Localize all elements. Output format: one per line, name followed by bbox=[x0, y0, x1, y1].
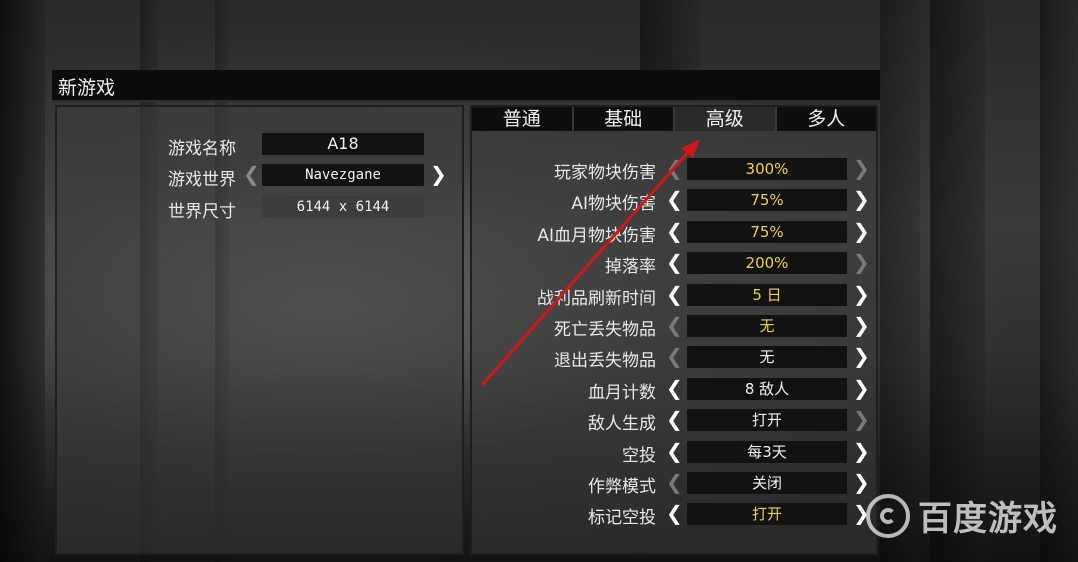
setting-label: 玩家物块伤害 bbox=[554, 163, 656, 183]
setting-label: 战利品刷新时间 bbox=[537, 288, 656, 309]
chevron-right-icon[interactable]: ❯ bbox=[430, 162, 447, 186]
settings-tabs: 普通 基础 高级 多人 bbox=[472, 107, 876, 131]
setting-value[interactable]: 关闭 bbox=[687, 472, 847, 494]
world-size-label: 世界尺寸 bbox=[168, 202, 236, 222]
setting-row: 战利品刷新时间 ❮ 5 日 ❯ bbox=[472, 282, 876, 309]
setting-label: 死亡丢失物品 bbox=[554, 320, 656, 340]
tab-multiplayer[interactable]: 多人 bbox=[776, 107, 876, 131]
setting-value[interactable]: 75% bbox=[687, 220, 847, 243]
chevron-right-icon[interactable]: ❯ bbox=[853, 250, 870, 274]
world-size-row: 世界尺寸 6144 x 6144 bbox=[57, 196, 466, 222]
chevron-right-icon[interactable]: ❯ bbox=[853, 219, 870, 243]
chevron-left-icon[interactable]: ❮ bbox=[666, 250, 683, 274]
setting-label: 作弊模式 bbox=[588, 477, 656, 497]
chevron-left-icon[interactable]: ❮ bbox=[666, 219, 683, 243]
chevron-right-icon[interactable]: ❯ bbox=[853, 407, 870, 431]
chevron-right-icon[interactable]: ❯ bbox=[853, 376, 870, 400]
chevron-left-icon[interactable]: ❮ bbox=[666, 470, 683, 494]
window-title-bar: 新游戏 bbox=[52, 70, 880, 102]
chevron-left-icon[interactable]: ❮ bbox=[666, 439, 683, 463]
background-tree bbox=[640, 0, 700, 70]
setting-row: 玩家物块伤害 ❮ 300% ❯ bbox=[472, 156, 876, 183]
setting-value[interactable]: 每3天 bbox=[687, 440, 847, 463]
setting-label: 标记空投 bbox=[588, 508, 656, 529]
advanced-settings-panel: 普通 基础 高级 多人 玩家物块伤害 ❮ 300% ❯ AI物块伤害 ❮ 75% ❯ AI血月物… bbox=[470, 105, 878, 555]
game-name-input[interactable]: A18 bbox=[262, 133, 424, 155]
tab-general[interactable]: 普通 bbox=[472, 107, 574, 131]
window-title: 新游戏 bbox=[58, 77, 116, 99]
chevron-left-icon[interactable]: ❮ bbox=[243, 162, 260, 186]
baidu-games-logo-icon bbox=[866, 493, 910, 538]
watermark: 百度游戏 bbox=[866, 491, 1058, 540]
game-name-row: 游戏名称 A18 bbox=[57, 133, 466, 159]
chevron-right-icon[interactable]: ❯ bbox=[853, 282, 870, 306]
setting-row: 血月计数 ❮ 8 敌人 ❯ bbox=[472, 376, 876, 403]
game-name-label: 游戏名称 bbox=[168, 139, 236, 159]
watermark-text: 百度游戏 bbox=[918, 499, 1058, 539]
setting-value[interactable]: 200% bbox=[687, 252, 847, 275]
chevron-left-icon[interactable]: ❮ bbox=[666, 156, 683, 180]
setting-row: 作弊模式 ❮ 关闭 ❯ bbox=[472, 470, 876, 497]
setting-label: 退出丢失物品 bbox=[554, 351, 656, 372]
chevron-left-icon[interactable]: ❮ bbox=[666, 344, 683, 368]
setting-value[interactable]: 8 敌人 bbox=[687, 377, 847, 400]
setting-value[interactable]: 打开 bbox=[687, 409, 847, 432]
setting-value[interactable]: 无 bbox=[687, 315, 847, 337]
setting-row: 标记空投 ❮ 打开 ❯ bbox=[472, 501, 876, 529]
setting-row: AI血月物块伤害 ❮ 75% ❯ bbox=[472, 219, 876, 246]
tab-advanced[interactable]: 高级 bbox=[675, 107, 777, 131]
chevron-right-icon[interactable]: ❯ bbox=[853, 439, 870, 463]
game-world-row: 游戏世界 ❮ Navezgane ❯ bbox=[57, 162, 466, 190]
chevron-left-icon[interactable]: ❮ bbox=[666, 313, 683, 337]
setting-label: 血月计数 bbox=[588, 382, 656, 403]
setting-value[interactable]: 无 bbox=[687, 346, 847, 369]
chevron-left-icon[interactable]: ❮ bbox=[666, 501, 683, 525]
setting-label: 敌人生成 bbox=[588, 414, 656, 435]
chevron-left-icon[interactable]: ❮ bbox=[666, 376, 683, 400]
chevron-right-icon[interactable]: ❯ bbox=[853, 313, 870, 337]
setting-label: AI血月物块伤害 bbox=[537, 225, 656, 246]
world-settings-panel: 游戏名称 A18 游戏世界 ❮ Navezgane ❯ 世界尺寸 6144 x … bbox=[55, 105, 464, 555]
chevron-right-icon[interactable]: ❯ bbox=[853, 187, 870, 211]
setting-row: 空投 ❮ 每3天 ❯ bbox=[472, 439, 876, 466]
tab-basic[interactable]: 基础 bbox=[573, 107, 675, 131]
chevron-left-icon[interactable]: ❮ bbox=[666, 282, 683, 306]
world-size-value: 6144 x 6144 bbox=[262, 196, 424, 218]
setting-value[interactable]: 5 日 bbox=[687, 283, 847, 306]
setting-value[interactable]: 打开 bbox=[687, 503, 847, 526]
setting-label: AI物块伤害 bbox=[571, 194, 656, 215]
setting-value[interactable]: 300% bbox=[687, 158, 847, 180]
setting-row: 掉落率 ❮ 200% ❯ bbox=[472, 250, 876, 278]
chevron-left-icon[interactable]: ❮ bbox=[666, 187, 683, 211]
setting-label: 空投 bbox=[622, 445, 656, 466]
chevron-right-icon[interactable]: ❯ bbox=[853, 344, 870, 368]
setting-row: 敌人生成 ❮ 打开 ❯ bbox=[472, 407, 876, 435]
chevron-left-icon[interactable]: ❮ bbox=[666, 407, 683, 431]
setting-row: AI物块伤害 ❮ 75% ❯ bbox=[472, 187, 876, 215]
setting-row: 死亡丢失物品 ❮ 无 ❯ bbox=[472, 313, 876, 340]
setting-value[interactable]: 75% bbox=[687, 189, 847, 212]
setting-row: 退出丢失物品 ❮ 无 ❯ bbox=[472, 344, 876, 372]
game-world-label: 游戏世界 bbox=[168, 170, 236, 190]
game-world-selector[interactable]: Navezgane bbox=[262, 164, 424, 186]
setting-label: 掉落率 bbox=[605, 257, 656, 278]
chevron-right-icon[interactable]: ❯ bbox=[853, 156, 870, 180]
